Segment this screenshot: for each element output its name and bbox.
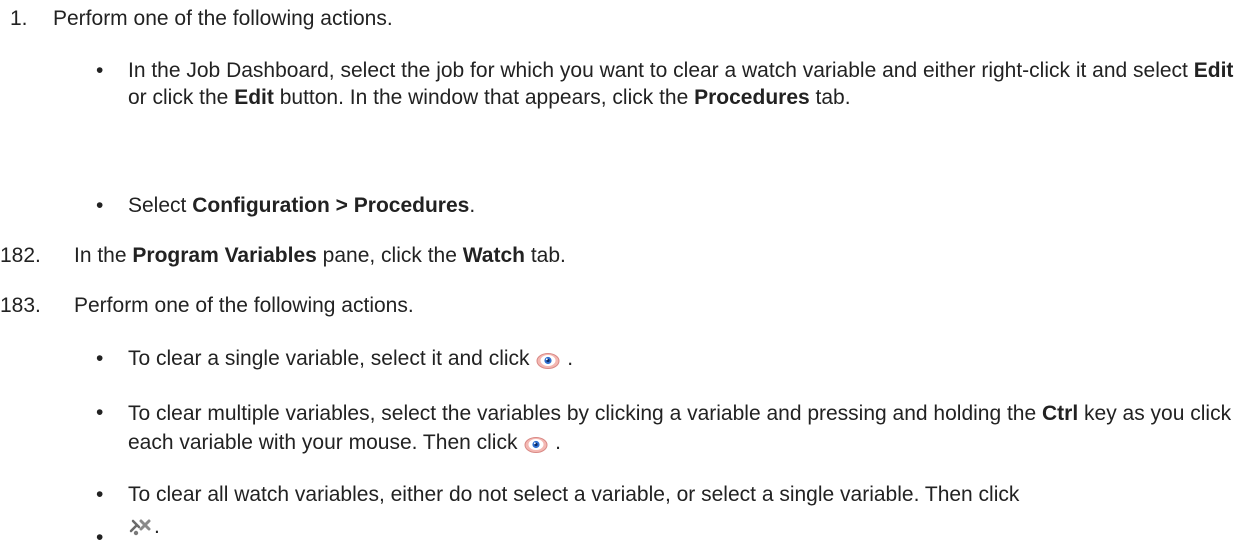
step-number: 182. <box>0 244 41 267</box>
list-item-text: To clear a single variable, select it an… <box>128 346 1243 379</box>
list-item-text: . <box>128 514 1243 547</box>
list-item-text: Select Configuration > Procedures. <box>128 194 476 217</box>
step-text: In the Program Variables pane, click the… <box>74 244 566 267</box>
bullet-marker: • <box>96 194 104 217</box>
list-item-text: To clear all watch variables, either do … <box>128 483 1020 506</box>
eye-icon <box>523 433 549 464</box>
eye-icon <box>535 349 561 379</box>
step-text: Perform one of the following actions. <box>53 7 393 30</box>
bullet-marker: • <box>96 401 104 424</box>
bullet-marker: • <box>96 526 104 549</box>
step-text: Perform one of the following actions. <box>74 294 414 317</box>
list-item-text: In the Job Dashboard, select the job for… <box>128 59 1234 109</box>
bullet-marker: • <box>96 347 104 370</box>
step-number: 1. <box>10 7 28 30</box>
bullet-marker: • <box>96 483 104 506</box>
list-item-text: To clear multiple variables, select the … <box>128 400 1243 464</box>
clear-all-icon <box>128 517 154 547</box>
step-number: 183. <box>0 294 41 317</box>
bullet-marker: • <box>96 59 104 82</box>
